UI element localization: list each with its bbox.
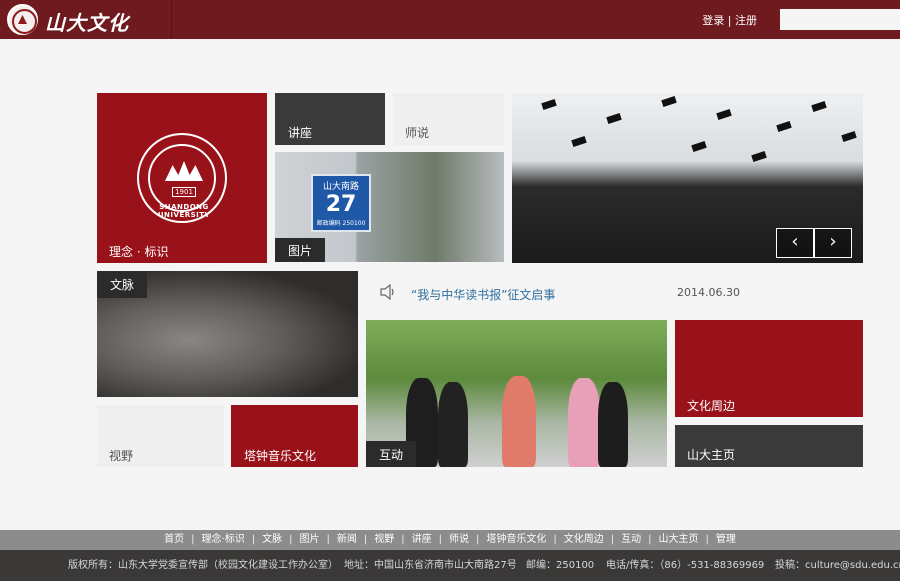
footer-nav-separator: | (401, 534, 405, 545)
footer-nav-separator: | (553, 534, 557, 545)
tile-identity-label: 理念 · 标识 (109, 245, 169, 259)
footer-copyright: 版权所有：山东大学党委宣传部（校园文化建设工作办公室） (68, 560, 338, 571)
tile-photos[interactable]: 山大南路 27 邮政编码 250100 图片 (275, 152, 504, 262)
footer-nav-separator: | (475, 534, 480, 545)
footer-nav-link[interactable]: 图片 (299, 534, 319, 545)
footer-nav-separator: | (191, 534, 195, 545)
footer-nav-separator: | (438, 534, 442, 545)
tile-culture-vein[interactable]: 文脉 (97, 271, 358, 397)
tile-photos-label: 图片 (275, 238, 326, 262)
slider-next-button[interactable]: › (814, 228, 852, 258)
register-link[interactable]: 注册 (735, 14, 757, 27)
tile-interaction[interactable]: 互动 (366, 320, 667, 467)
slider-prev-button[interactable]: ‹ (776, 228, 814, 258)
footer-nav-link[interactable]: 首页 (164, 534, 184, 545)
footer-nav-separator: | (251, 534, 256, 545)
hero-slider: ‹ › (512, 93, 863, 263)
notice-link[interactable]: “我与中华读书报”征文启事 (411, 286, 555, 303)
footer-nav-link[interactable]: 师说 (449, 534, 469, 545)
tile-teacher-talk-label: 师说 (405, 126, 430, 140)
footer-nav-link[interactable]: 山大主页 (658, 534, 698, 545)
auth-divider: | (727, 14, 732, 27)
emblem-year: 1901 (172, 187, 196, 197)
search-input[interactable] (780, 9, 900, 30)
footer-nav-link[interactable]: 视野 (374, 534, 394, 545)
footer-phone: 电话/传真：（86）-531-88369969 (606, 560, 765, 571)
site-logo[interactable]: 山大文化 (0, 0, 172, 39)
login-link[interactable]: 登录 (702, 14, 724, 27)
tile-sdu-home[interactable]: 山大主页 (675, 425, 863, 467)
top-header: 山大文化 登录 | 注册 (0, 0, 900, 39)
tile-interaction-label: 互动 (366, 441, 417, 467)
footer-nav-link[interactable]: 管理 (716, 534, 736, 545)
tile-lecture[interactable]: 讲座 (275, 93, 385, 145)
footer-nav-link[interactable]: 讲座 (412, 534, 432, 545)
notice-date: 2014.06.30 (677, 286, 740, 299)
footer-nav-separator: | (363, 534, 368, 545)
tile-bell-tower-music-label: 塔钟音乐文化 (244, 449, 317, 463)
tile-culture-around[interactable]: 文化周边 (675, 320, 863, 417)
footer-nav-link[interactable]: 文脉 (262, 534, 282, 545)
footer-nav-link[interactable]: 新闻 (337, 534, 357, 545)
footer-nav-separator: | (648, 534, 652, 545)
footer-nav-separator: | (610, 534, 615, 545)
auth-links: 登录 | 注册 (702, 12, 757, 28)
tile-culture-vein-label: 文脉 (97, 271, 148, 298)
university-emblem-icon: 1901 SHANDONG UNIVERSITY (137, 133, 227, 223)
footer-info: 版权所有：山东大学党委宣传部（校园文化建设工作办公室） 地址：中国山东省济南市山… (0, 550, 900, 581)
tile-lecture-label: 讲座 (288, 126, 313, 140)
footer-nav-link[interactable]: 塔钟音乐文化 (486, 534, 546, 545)
footer-nav-link[interactable]: 理念·标识 (202, 534, 245, 545)
footer-postcode: 邮编：250100 (526, 560, 595, 571)
speaker-icon (380, 284, 394, 300)
university-seal-icon (7, 4, 38, 35)
emblem-university: SHANDONG UNIVERSITY (157, 203, 211, 219)
footer-nav-separator: | (326, 534, 330, 545)
footer-email: 投稿：culture@sdu.edu.cn (775, 560, 900, 571)
footer-nav-link[interactable]: 互动 (621, 534, 641, 545)
tile-sdu-home-label: 山大主页 (687, 448, 736, 462)
footer-nav-separator: | (289, 534, 293, 545)
tile-identity[interactable]: 1901 SHANDONG UNIVERSITY 理念 · 标识 (97, 93, 267, 263)
logo-text: 山大文化 (45, 11, 129, 35)
road-sign-image: 山大南路 27 邮政编码 250100 (311, 174, 371, 232)
footer-nav-link[interactable]: 文化周边 (564, 534, 604, 545)
tile-bell-tower-music[interactable]: 塔钟音乐文化 (231, 405, 358, 467)
footer-nav: 首页 | 理念·标识 | 文脉 | 图片 | 新闻 | 视野 | 讲座 | 师说 | 塔钟音乐文化 | 文化周边 | 互… (0, 530, 900, 550)
footer-nav-separator: | (705, 534, 709, 545)
footer-address: 地址：中国山东省济南市山大南路27号 (344, 560, 517, 571)
tile-teacher-talk[interactable]: 师说 (393, 93, 504, 145)
tile-culture-around-label: 文化周边 (687, 399, 736, 413)
tile-vision-label: 视野 (109, 449, 134, 463)
tile-vision[interactable]: 视野 (97, 405, 224, 467)
